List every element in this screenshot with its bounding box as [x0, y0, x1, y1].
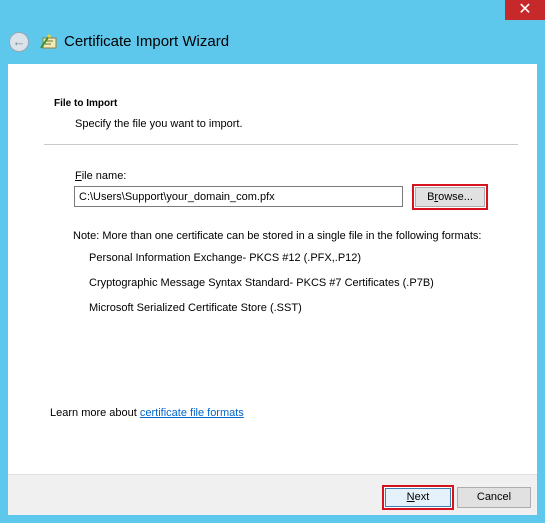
- file-name-label: File name:: [75, 170, 126, 182]
- browse-label-end: owse...: [438, 191, 473, 203]
- back-button[interactable]: ←: [9, 32, 29, 52]
- next-label-text: ext: [414, 491, 430, 503]
- file-name-label-text: ile name:: [81, 170, 127, 182]
- next-label-accelerator: N: [406, 491, 415, 503]
- file-name-label-accelerator: F: [75, 170, 82, 182]
- certificate-file-formats-link[interactable]: certificate file formats: [140, 407, 244, 419]
- format-item-p7b: Cryptographic Message Syntax Standard- P…: [89, 277, 434, 289]
- window-title: Certificate Import Wizard: [64, 33, 230, 50]
- cancel-button[interactable]: Cancel: [457, 487, 531, 508]
- divider: [44, 144, 518, 145]
- learn-more-prefix: Learn more about: [50, 407, 140, 419]
- certificate-wizard-icon: [40, 34, 57, 49]
- back-arrow-icon: ←: [12, 34, 26, 49]
- format-item-sst: Microsoft Serialized Certificate Store (…: [89, 302, 302, 314]
- browse-button-face: Browse...: [415, 187, 485, 207]
- next-button[interactable]: Next: [382, 485, 454, 510]
- wizard-content: File to Import Specify the file you want…: [8, 64, 537, 474]
- section-title: File to Import: [54, 98, 118, 109]
- format-item-pfx: Personal Information Exchange- PKCS #12 …: [89, 252, 362, 264]
- browse-button[interactable]: Browse...: [412, 184, 488, 210]
- file-name-input[interactable]: [74, 186, 403, 207]
- close-button[interactable]: ✕: [505, 0, 545, 20]
- close-icon: ✕: [518, 1, 532, 18]
- next-button-face: Next: [385, 488, 451, 507]
- section-subtitle: Specify the file you want to import.: [75, 118, 243, 130]
- learn-more: Learn more about certificate file format…: [50, 407, 244, 419]
- note-text: Note: More than one certificate can be s…: [73, 230, 482, 242]
- wizard-footer: Next Cancel: [8, 474, 537, 515]
